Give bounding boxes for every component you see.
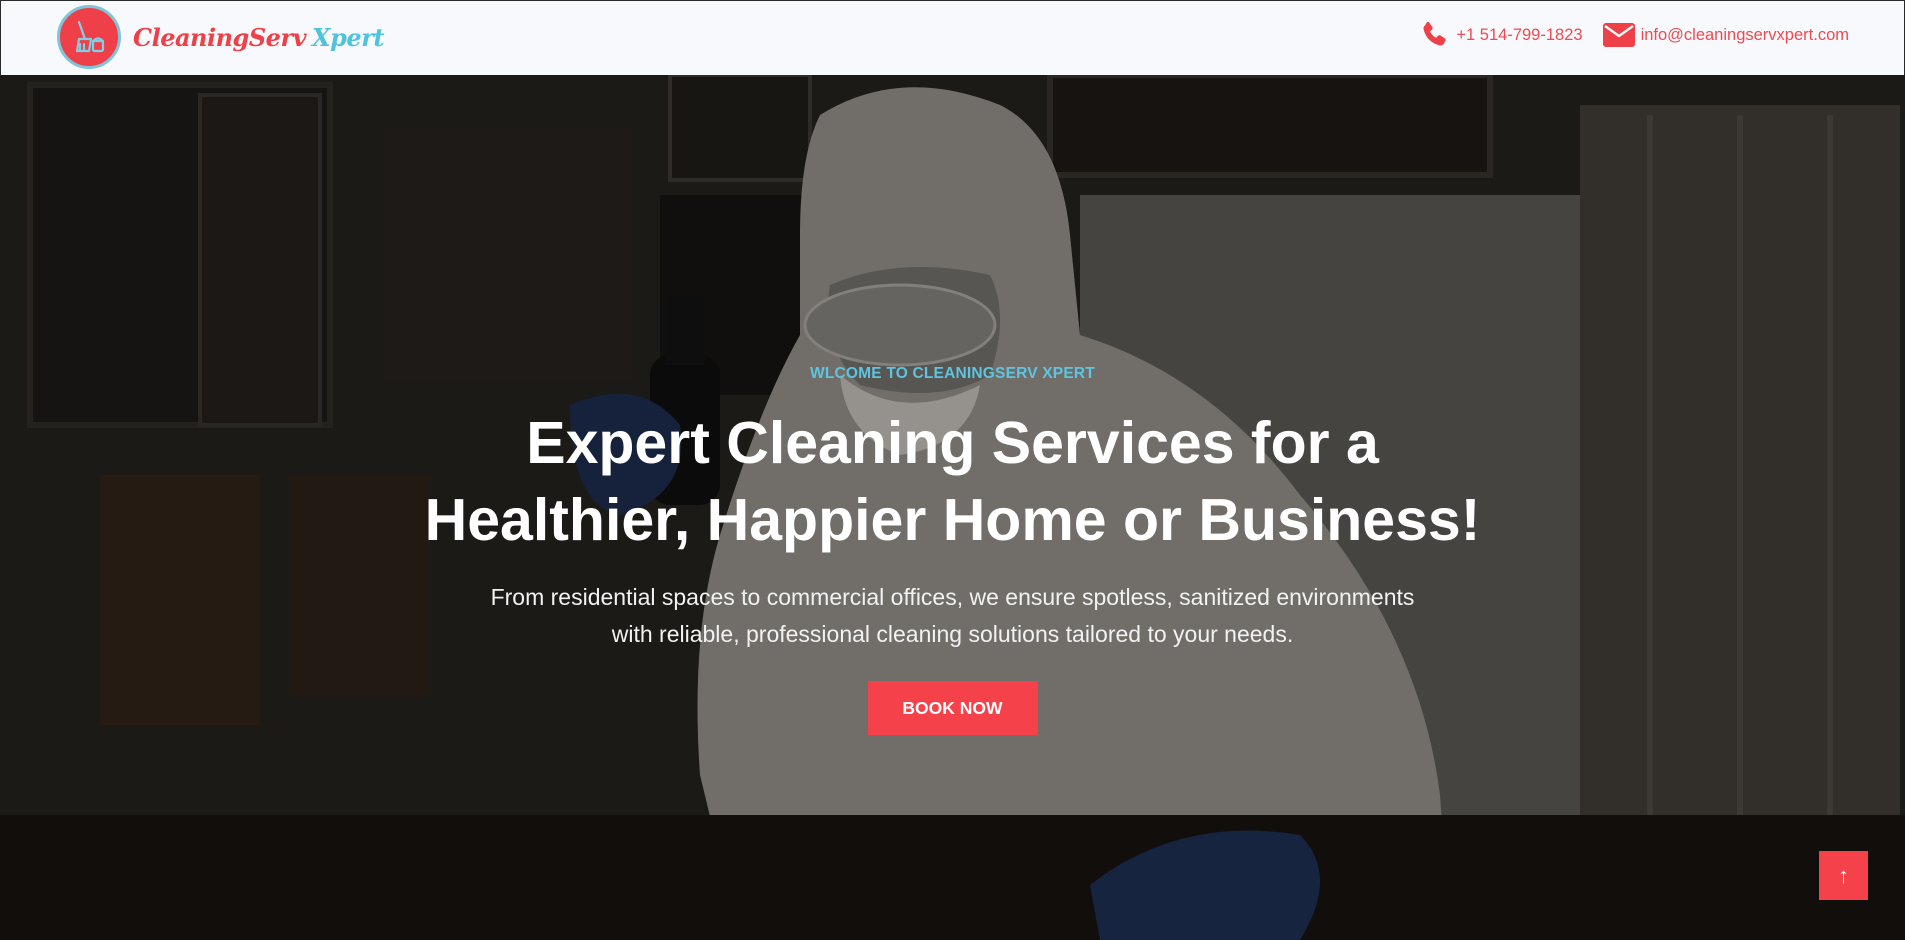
back-to-top-button[interactable]: ↑ — [1819, 851, 1868, 900]
brand-secondary: Xpert — [312, 22, 384, 52]
header-contacts: +1 514-799-1823 info@cleaningservxpert.c… — [1418, 19, 1849, 51]
hero-description: From residential spaces to commercial of… — [413, 579, 1493, 653]
email-address: info@cleaningservxpert.com — [1640, 25, 1849, 44]
broom-bucket-icon — [57, 5, 121, 69]
email-link[interactable]: info@cleaningservxpert.com — [1602, 23, 1849, 47]
book-now-button[interactable]: BOOK NOW — [867, 681, 1038, 735]
phone-icon — [1418, 19, 1450, 51]
hero-content: WLCOME TO CLEANINGSERV XPERT Expert Clea… — [0, 365, 1905, 735]
brand-primary: CleaningServ — [133, 22, 307, 52]
page: CleaningServ Xpert +1 514-799-1823 info@… — [0, 0, 1905, 940]
hero-description-line-1: From residential spaces to commercial of… — [490, 584, 1415, 610]
top-header: CleaningServ Xpert +1 514-799-1823 info@… — [0, 0, 1905, 75]
hero-section: WLCOME TO CLEANINGSERV XPERT Expert Clea… — [0, 75, 1905, 940]
hero-eyebrow: WLCOME TO CLEANINGSERV XPERT — [810, 365, 1095, 382]
arrow-up-icon: ↑ — [1838, 862, 1849, 888]
envelope-icon — [1602, 23, 1635, 47]
hero-headline-line-2: Healthier, Happier Home or Business! — [424, 487, 1481, 553]
hero-description-line-2: with reliable, professional cleaning sol… — [611, 621, 1294, 647]
hero-headline: Expert Cleaning Services for a Healthier… — [353, 405, 1553, 559]
hero-headline-line-1: Expert Cleaning Services for a — [526, 410, 1379, 476]
site-logo[interactable]: CleaningServ Xpert — [57, 5, 384, 69]
phone-link[interactable]: +1 514-799-1823 — [1418, 19, 1583, 51]
phone-number: +1 514-799-1823 — [1456, 25, 1583, 44]
brand-name: CleaningServ Xpert — [133, 23, 384, 52]
